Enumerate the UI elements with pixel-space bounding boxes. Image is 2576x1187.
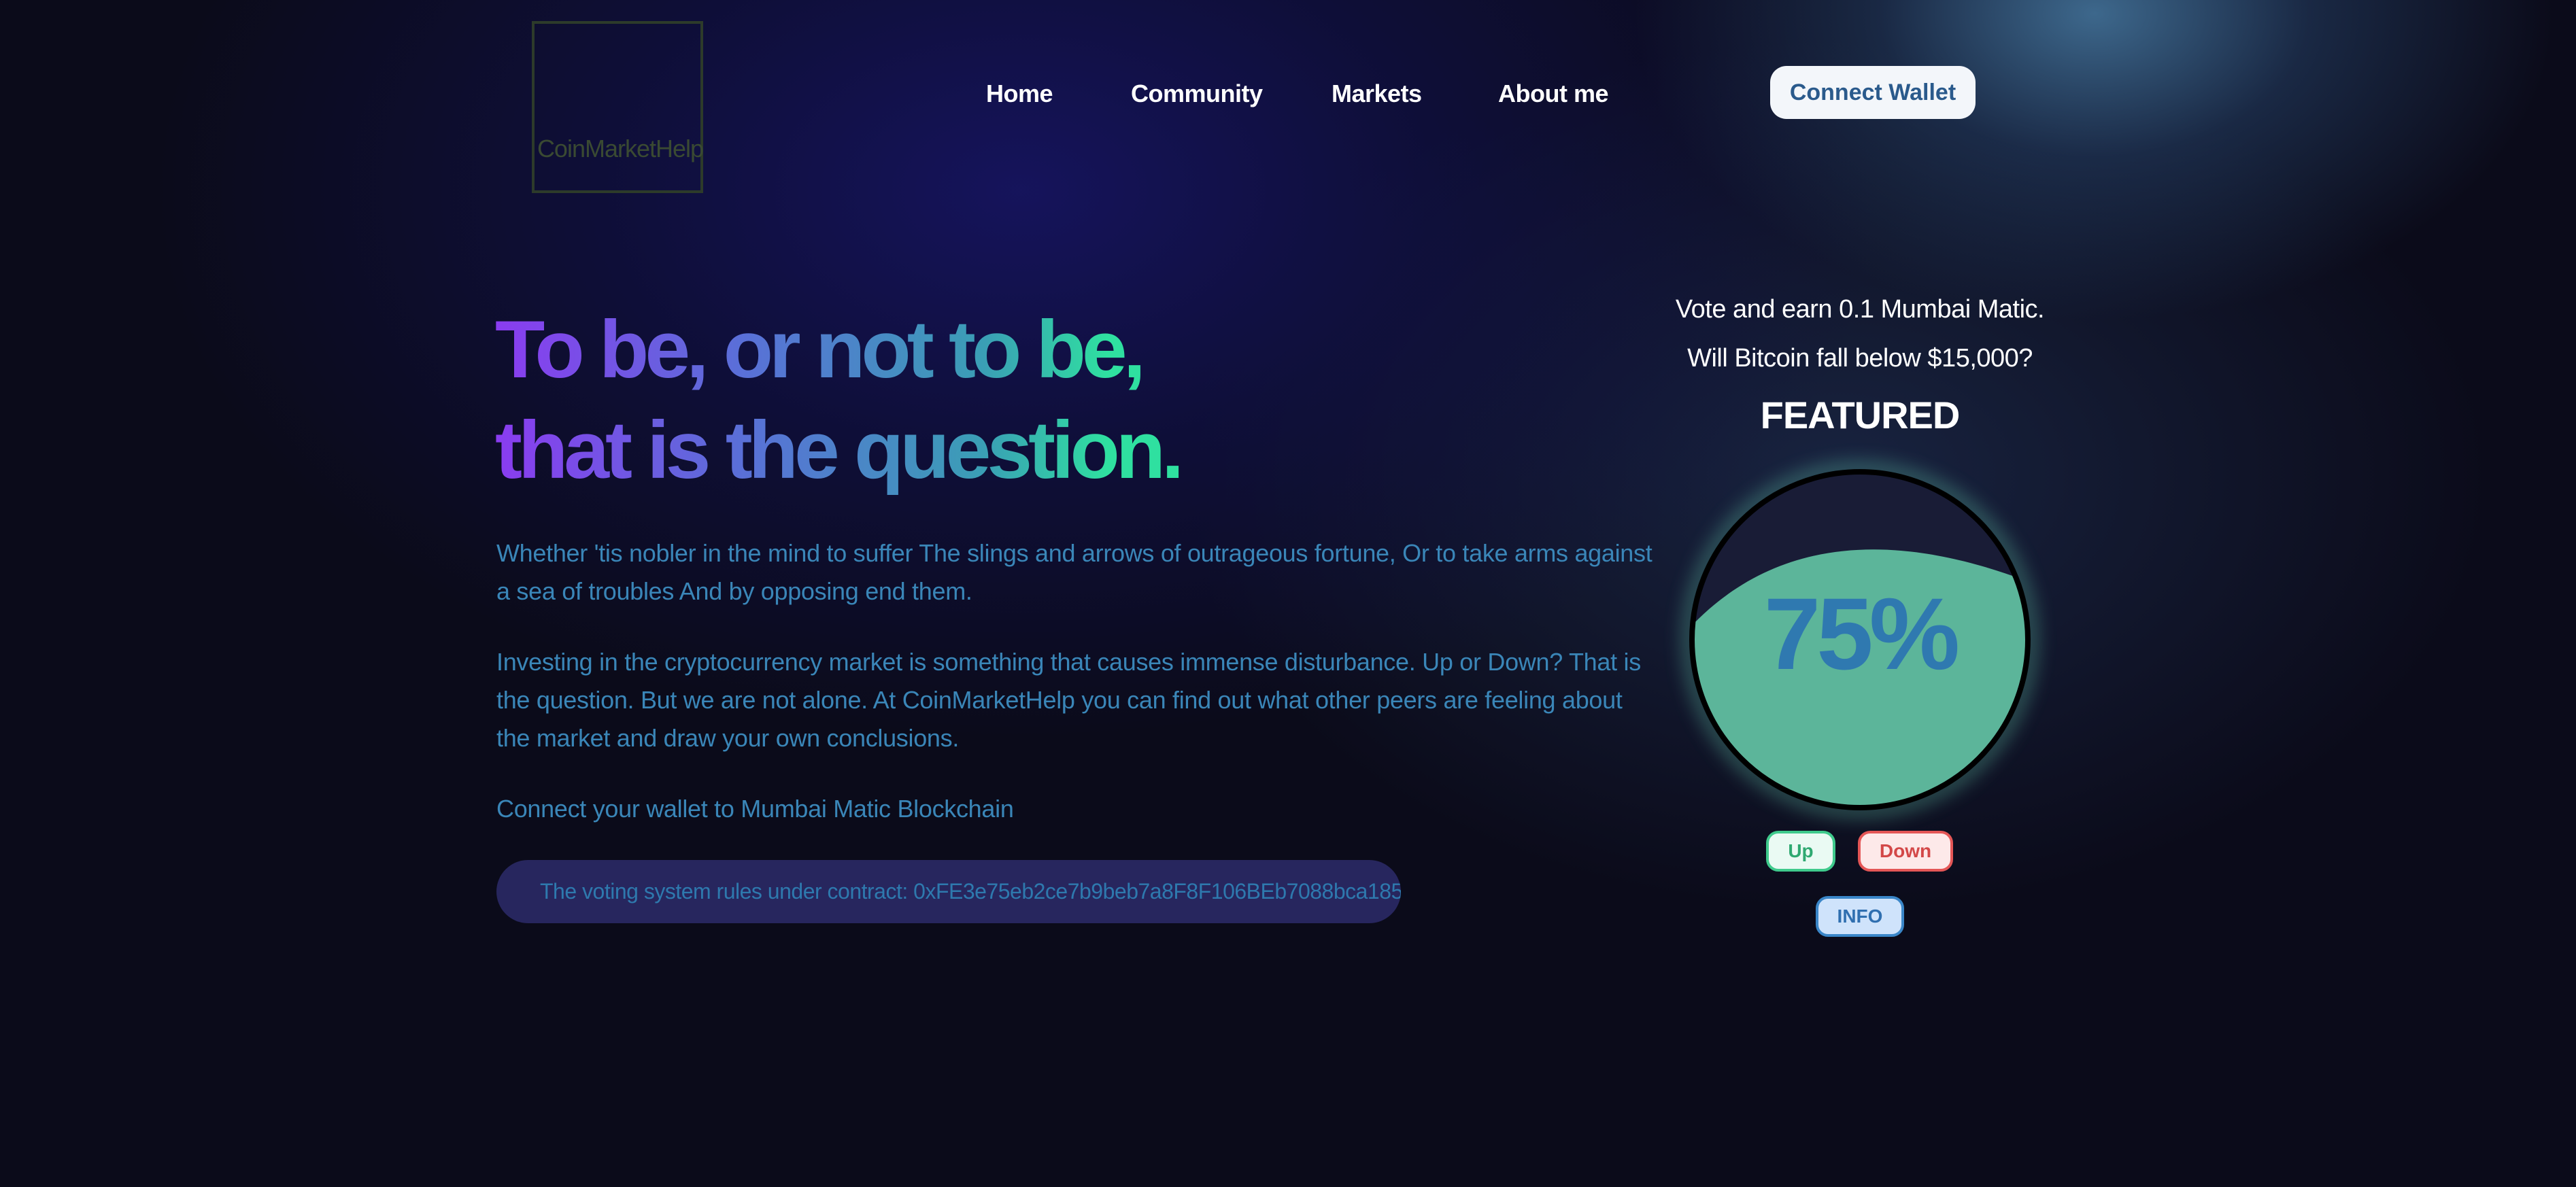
nav-community[interactable]: Community	[1131, 80, 1263, 108]
nav-home[interactable]: Home	[986, 80, 1053, 108]
vote-question-text: Will Bitcoin fall below $15,000?	[1687, 344, 2033, 373]
gauge-percentage: 75%	[1763, 577, 1960, 691]
headline-line-1: To be, or not to be,	[495, 304, 1142, 395]
contract-address-pill[interactable]: The voting system rules under contract: …	[496, 860, 1401, 923]
connect-wallet-button[interactable]: Connect Wallet	[1770, 66, 1976, 119]
vote-up-button[interactable]: Up	[1766, 831, 1835, 872]
nav-about-me[interactable]: About me	[1498, 80, 1609, 108]
info-button[interactable]: INFO	[1816, 896, 1904, 937]
logo-text[interactable]: CoinMarketHelp	[522, 135, 719, 163]
nav-markets[interactable]: Markets	[1332, 80, 1422, 108]
vote-down-button[interactable]: Down	[1858, 831, 1953, 872]
sentiment-gauge: 75%	[1684, 464, 2036, 816]
description-paragraph: Investing in the cryptocurrency market i…	[496, 648, 1641, 752]
intro-paragraph: Whether 'tis nobler in the mind to suffe…	[496, 539, 1653, 605]
connect-instructions: Connect your wallet to Mumbai Matic Bloc…	[496, 795, 1014, 823]
contract-address-text: The voting system rules under contract: …	[540, 879, 1401, 904]
vote-reward-text: Vote and earn 0.1 Mumbai Matic.	[1675, 295, 2045, 324]
logo-frame[interactable]	[532, 21, 703, 193]
hero-headline: To be, or not to be, that is the questio…	[495, 299, 1311, 500]
featured-heading: FEATURED	[1760, 394, 1961, 436]
headline-line-2: that is the question.	[495, 405, 1181, 496]
